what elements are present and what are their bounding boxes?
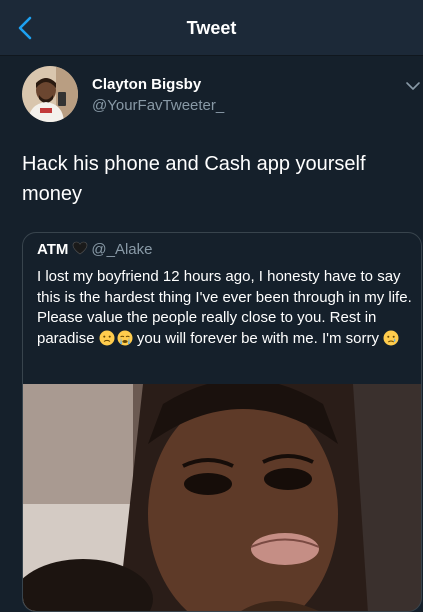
crying-emoji-icon [383, 330, 399, 345]
quoted-tweet-text: I lost my boyfriend 12 hours ago, I hone… [37, 267, 412, 349]
quoted-author-name: ATM [37, 241, 69, 258]
author-handle[interactable]: @YourFavTweeter_ [92, 97, 224, 114]
page-title: Tweet [186, 18, 237, 38]
avatar[interactable] [22, 66, 78, 122]
top-navigation-bar: Tweet [0, 0, 423, 56]
quoted-author-handle: @_Alake [91, 241, 153, 258]
quoted-tweet-header: ATM @_Alake [37, 241, 152, 258]
face-emoji-icon [99, 330, 115, 345]
crying-emoji-icon [117, 330, 133, 345]
chevron-down-icon[interactable] [405, 80, 421, 92]
quoted-tweet[interactable]: ATM @_Alake I lost my boyfriend 12 hours … [22, 232, 422, 612]
author-name[interactable]: Clayton Bigsby [92, 76, 201, 93]
quoted-text-part-2: you will forever be with me. I'm sorry [132, 329, 384, 347]
black-heart-icon [73, 241, 88, 255]
tweet-detail: Clayton Bigsby @YourFavTweeter_ Hack his… [0, 56, 423, 612]
tweet-text: Hack his phone and Cash app yourself mon… [22, 153, 366, 205]
quoted-tweet-photo[interactable] [23, 384, 421, 611]
